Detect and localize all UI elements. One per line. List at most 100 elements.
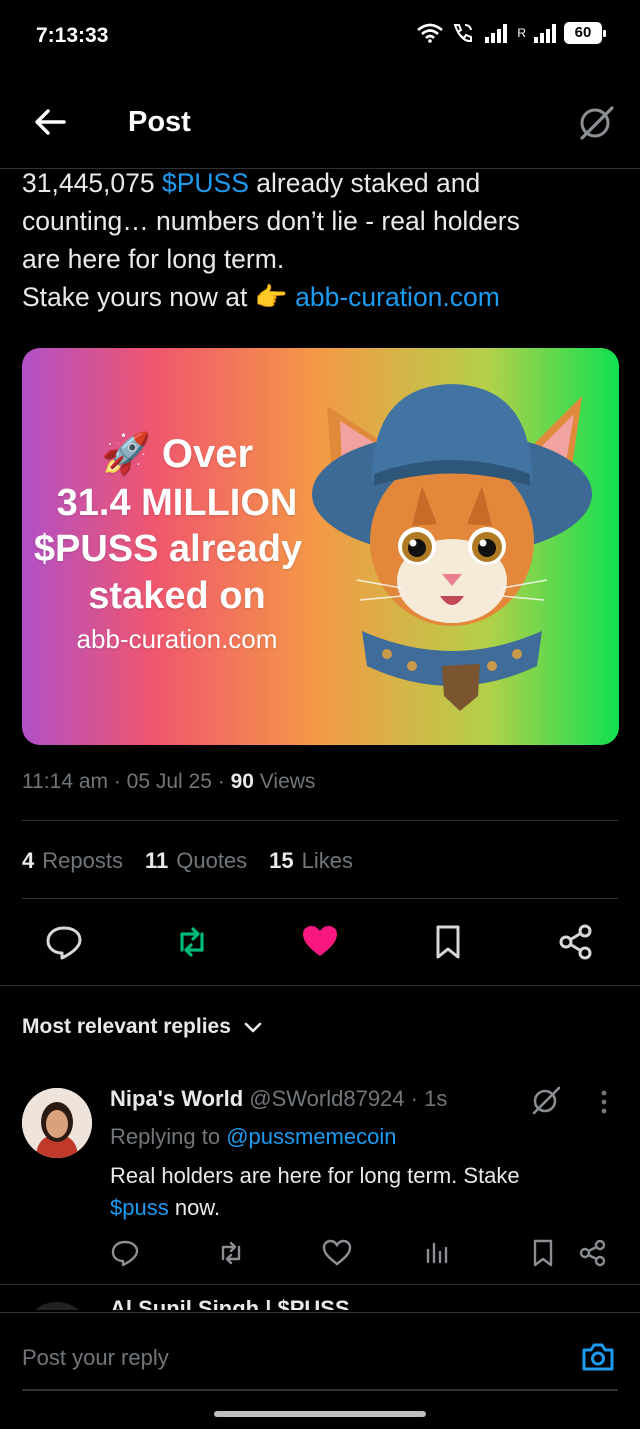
post-text-line1: 31,445,075	[22, 168, 162, 198]
reply-actions	[0, 1236, 640, 1270]
quotes-stat[interactable]: 11 Quotes	[145, 848, 247, 874]
reply-bookmark-button[interactable]	[526, 1236, 560, 1270]
status-bar: 7:13:33 R 60	[0, 0, 640, 72]
image-caption: 🚀 Over 31.4 MILLION $PUSS already staked…	[22, 428, 332, 658]
share-icon	[559, 924, 592, 960]
more-vertical-icon	[601, 1090, 607, 1114]
repost-icon	[221, 1241, 241, 1265]
likes-label: Likes	[301, 848, 354, 873]
camera-button[interactable]	[580, 1339, 616, 1375]
stats-divider	[22, 898, 618, 899]
status-time: 7:13:33	[36, 24, 109, 47]
replies-sort-dropdown[interactable]: Most relevant replies	[22, 1015, 263, 1039]
like-button[interactable]	[298, 920, 342, 964]
reply-time: 1s	[424, 1086, 448, 1111]
meta-divider	[22, 820, 618, 821]
views-label: Views	[259, 770, 316, 793]
reply-divider	[0, 1284, 640, 1285]
page-title: Post	[128, 106, 191, 138]
post-image[interactable]: 🚀 Over 31.4 MILLION $PUSS already staked…	[22, 348, 619, 745]
reply-author-handle[interactable]: @SWorld87924	[249, 1086, 404, 1111]
reposts-stat[interactable]: 4 Reposts	[22, 848, 123, 874]
next-reply-peek[interactable]: Al Sunil Singh | $PUSS	[0, 1296, 640, 1310]
reply-input[interactable]: Post your reply	[22, 1345, 169, 1371]
avatar-image	[22, 1088, 92, 1158]
wifi-call-icon	[453, 24, 473, 43]
actions-divider	[0, 985, 640, 986]
grok-icon	[532, 1086, 561, 1115]
bookmark-icon	[533, 1239, 553, 1267]
compose-bar: Post your reply	[0, 1312, 640, 1429]
likes-stat[interactable]: 15 Likes	[269, 848, 353, 874]
reply-repost-button[interactable]	[214, 1236, 248, 1270]
signal-icon-2	[534, 23, 556, 43]
home-indicator[interactable]	[214, 1411, 426, 1417]
share-icon	[579, 1239, 606, 1267]
signal-icon-1	[485, 23, 508, 43]
avatar[interactable]	[22, 1088, 92, 1158]
heart-outline-icon	[322, 1239, 352, 1266]
reply-share-button[interactable]	[576, 1236, 610, 1270]
avatar	[34, 1302, 80, 1310]
replying-handle-link[interactable]: @pussmemecoin	[226, 1124, 396, 1149]
next-reply-author: Al Sunil Singh | $PUSS	[110, 1296, 350, 1310]
quotes-label: Quotes	[176, 848, 248, 873]
status-icons: R 60	[417, 22, 606, 44]
reposts-label: Reposts	[42, 848, 123, 873]
share-button[interactable]	[554, 920, 598, 964]
analytics-icon	[426, 1242, 448, 1264]
replying-to: Replying to @pussmemecoin	[110, 1124, 396, 1150]
camera-icon	[582, 1343, 614, 1371]
reply-text-main: Real holders are here for long term. Sta…	[110, 1163, 520, 1188]
bookmark-button[interactable]	[426, 920, 470, 964]
reply-grok-button[interactable]	[528, 1082, 564, 1118]
repost-icon	[180, 927, 204, 957]
post-text-line4: Stake yours now at	[22, 282, 255, 312]
replying-label: Replying to	[110, 1124, 227, 1149]
cashtag-link[interactable]: $PUSS	[162, 168, 249, 198]
comment-icon	[46, 926, 82, 960]
image-line5: abb-curation.com	[76, 624, 278, 654]
heart-icon	[303, 926, 337, 956]
image-line4: staked on	[88, 575, 266, 617]
cat-illustration	[312, 384, 592, 711]
post-text-line2: counting… numbers don’t lie - real holde…	[22, 206, 520, 236]
website-link[interactable]: abb-curation.com	[295, 282, 500, 312]
quotes-count: 11	[144, 848, 169, 873]
input-underline	[22, 1389, 618, 1391]
reply-author-name[interactable]: Nipa's World	[110, 1086, 243, 1111]
arrow-left-icon	[35, 109, 66, 135]
more-options-button[interactable]	[596, 1088, 612, 1116]
post-stats: 4 Reposts 11 Quotes 15 Likes	[22, 848, 353, 874]
image-line3: $PUSS already	[33, 528, 303, 570]
likes-count: 15	[269, 848, 294, 873]
reposts-count: 4	[22, 848, 35, 873]
reply-text: Real holders are here for long term. Sta…	[110, 1160, 580, 1224]
reply-text-end: now.	[168, 1195, 221, 1220]
bookmark-icon	[436, 925, 460, 959]
grok-icon	[580, 106, 614, 140]
reply-comment-button[interactable]	[108, 1236, 142, 1270]
image-line2: 31.4 MILLION	[56, 482, 298, 524]
post-text-line3: are here for long term.	[22, 244, 285, 274]
reply-views-button[interactable]	[420, 1236, 454, 1270]
post-text-line1-end: already staked and	[248, 168, 481, 198]
image-line1: Over	[161, 432, 254, 476]
pointing-emoji: 👉	[254, 282, 288, 312]
post-time: 11:14 am	[22, 770, 108, 793]
rocket-emoji: 🚀	[100, 432, 151, 476]
reply-button[interactable]	[42, 920, 86, 964]
reply-cashtag-link[interactable]: $puss	[110, 1195, 169, 1220]
post-actions	[0, 920, 640, 964]
roaming-icon: R	[517, 26, 526, 40]
repost-button[interactable]	[170, 920, 214, 964]
battery-icon: 60	[564, 22, 606, 44]
grok-button[interactable]	[574, 100, 618, 144]
post-date: 05 Jul 25	[126, 770, 212, 793]
comment-icon	[111, 1240, 139, 1267]
reply-like-button[interactable]	[320, 1236, 354, 1270]
back-button[interactable]	[28, 100, 72, 144]
wifi-icon	[417, 23, 444, 43]
reply-header: Nipa's World @SWorld87924 · 1s	[110, 1086, 448, 1111]
chevron-down-icon	[244, 1022, 262, 1033]
